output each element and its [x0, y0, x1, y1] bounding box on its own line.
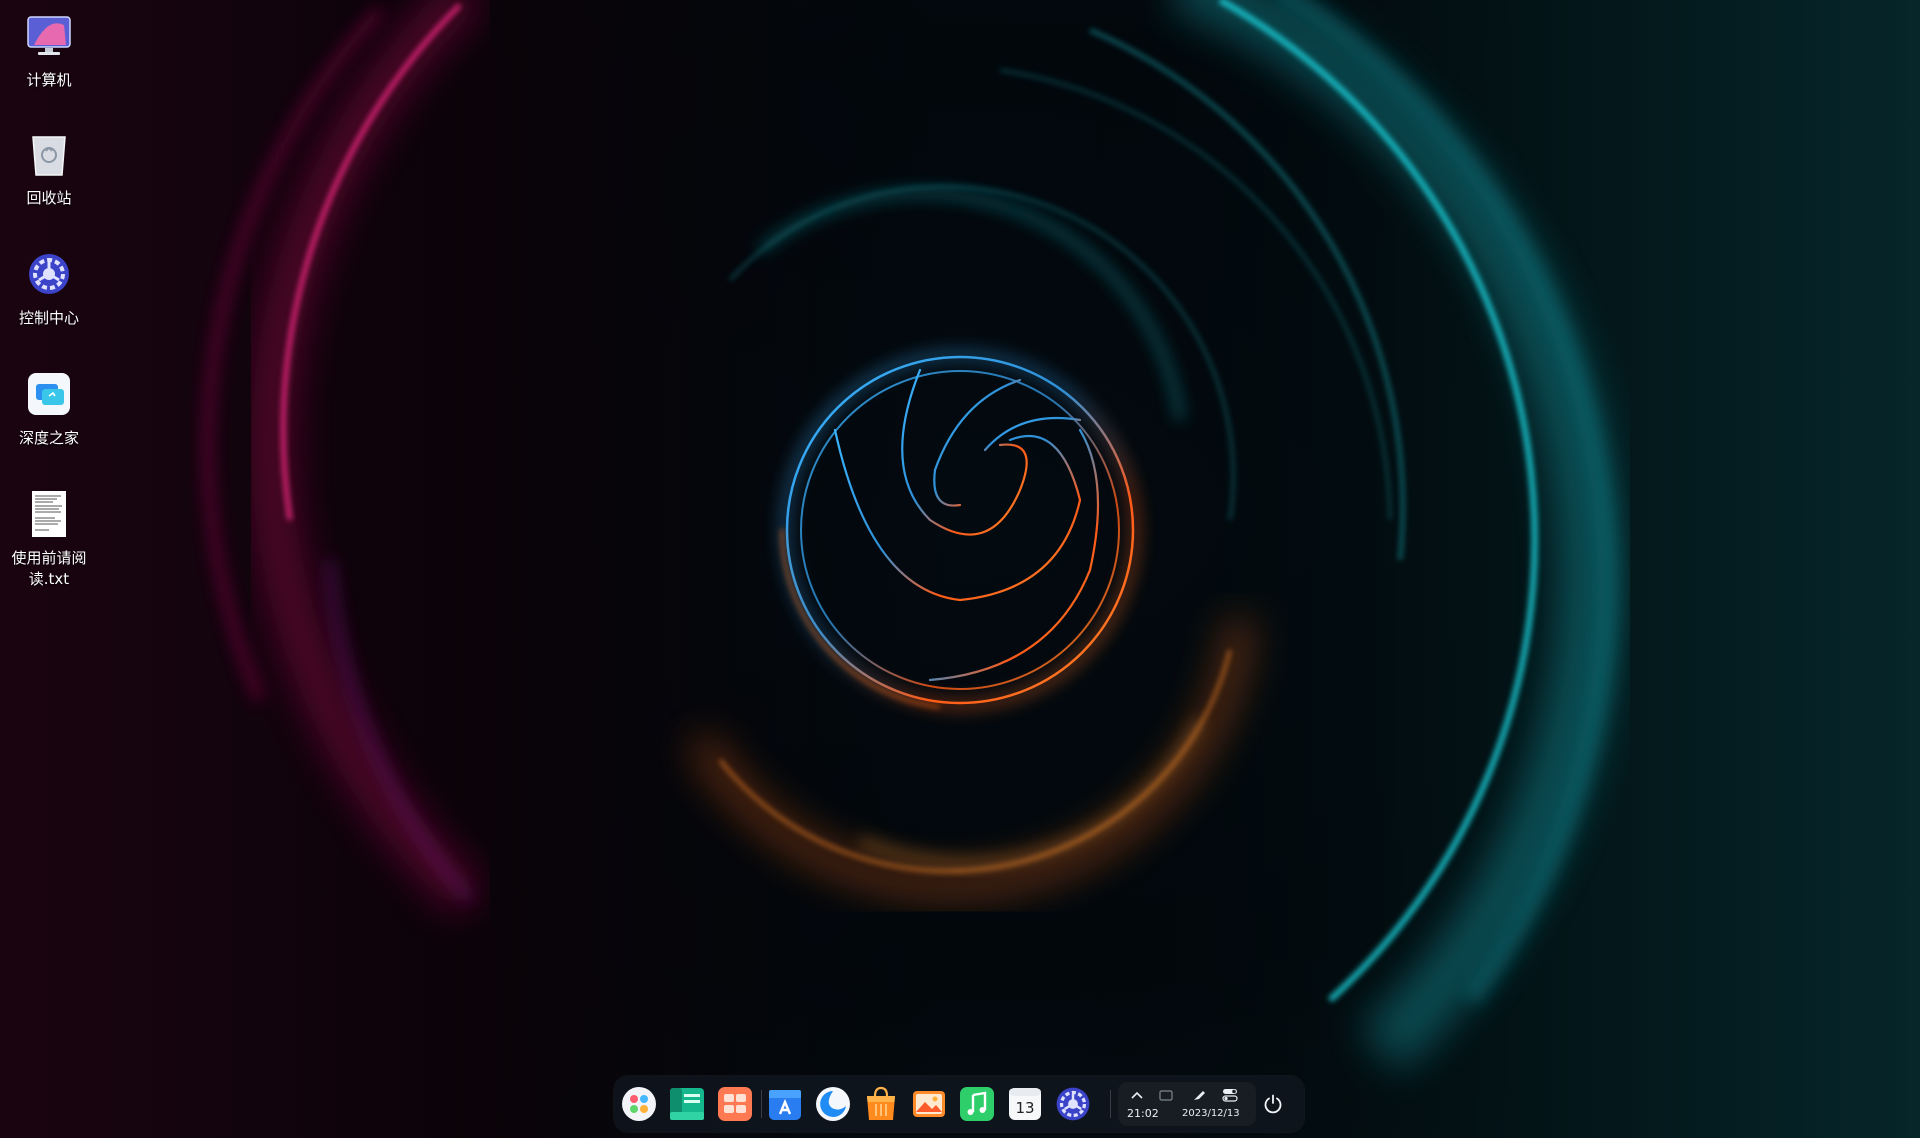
- deepin-home-icon: [25, 370, 73, 418]
- computer-icon: [25, 12, 73, 60]
- dock-app-calendar[interactable]: 13: [1006, 1085, 1044, 1123]
- desktop-icon-label: 使用前请阅读.txt: [11, 549, 87, 588]
- shopping-bag-icon: [867, 1086, 895, 1120]
- chevron-up-icon[interactable]: [1130, 1090, 1144, 1100]
- dock: 13 21:02 2023/12/13: [614, 1076, 1304, 1132]
- desktop-icon-control-center[interactable]: 控制中心: [0, 250, 98, 329]
- dock-app-bag[interactable]: [862, 1085, 900, 1123]
- dock-separator: [761, 1090, 762, 1118]
- desktop-icon-label: 深度之家: [18, 429, 79, 447]
- dock-app-launcher[interactable]: [620, 1085, 658, 1123]
- dock-separator: [1110, 1090, 1111, 1118]
- power-button[interactable]: [1254, 1085, 1292, 1123]
- desktop-wallpaper: [0, 0, 1920, 1138]
- trash-icon: [25, 130, 73, 178]
- file-manager-icon: [670, 1088, 704, 1120]
- dock-app-control-center[interactable]: [1054, 1085, 1092, 1123]
- toggle-icon[interactable]: [1222, 1088, 1238, 1102]
- launcher-icon: [622, 1087, 656, 1121]
- keyboard-icon[interactable]: [1159, 1090, 1173, 1101]
- desktop-icon-readme-file[interactable]: 使用前请阅读.txt: [0, 490, 98, 590]
- power-icon: [1264, 1094, 1282, 1114]
- music-icon: [960, 1087, 994, 1121]
- system-tray: 21:02 2023/12/13: [1118, 1082, 1256, 1126]
- control-center-icon: [1056, 1087, 1090, 1121]
- calendar-icon: 13: [1009, 1088, 1041, 1120]
- dock-app-browser[interactable]: [814, 1085, 852, 1123]
- dock-app-store[interactable]: [766, 1085, 804, 1123]
- dock-app-file-manager[interactable]: [668, 1085, 706, 1123]
- dock-app-music[interactable]: [958, 1085, 996, 1123]
- control-center-icon: [25, 250, 73, 298]
- desktop-icon-label: 回收站: [26, 189, 72, 207]
- desktop-icon-deepin-home[interactable]: 深度之家: [0, 370, 98, 449]
- desktop-icon-computer[interactable]: 计算机: [0, 12, 98, 91]
- calendar-day-number: 13: [1015, 1099, 1034, 1117]
- dock-app-image-viewer[interactable]: [910, 1085, 948, 1123]
- multitask-view-icon: [718, 1087, 752, 1121]
- app-store-icon: [769, 1090, 801, 1120]
- clock-date[interactable]: 2023/12/13: [1182, 1108, 1240, 1119]
- pen-icon[interactable]: [1192, 1089, 1206, 1101]
- browser-icon: [816, 1087, 850, 1121]
- text-file-icon: [25, 490, 73, 538]
- image-viewer-icon: [913, 1091, 945, 1117]
- dock-app-multitasking[interactable]: [716, 1085, 754, 1123]
- desktop-icon-label: 控制中心: [18, 309, 79, 327]
- desktop-icon-trash[interactable]: 回收站: [0, 130, 98, 209]
- desktop-icon-label: 计算机: [26, 71, 72, 89]
- clock-time[interactable]: 21:02: [1127, 1107, 1159, 1120]
